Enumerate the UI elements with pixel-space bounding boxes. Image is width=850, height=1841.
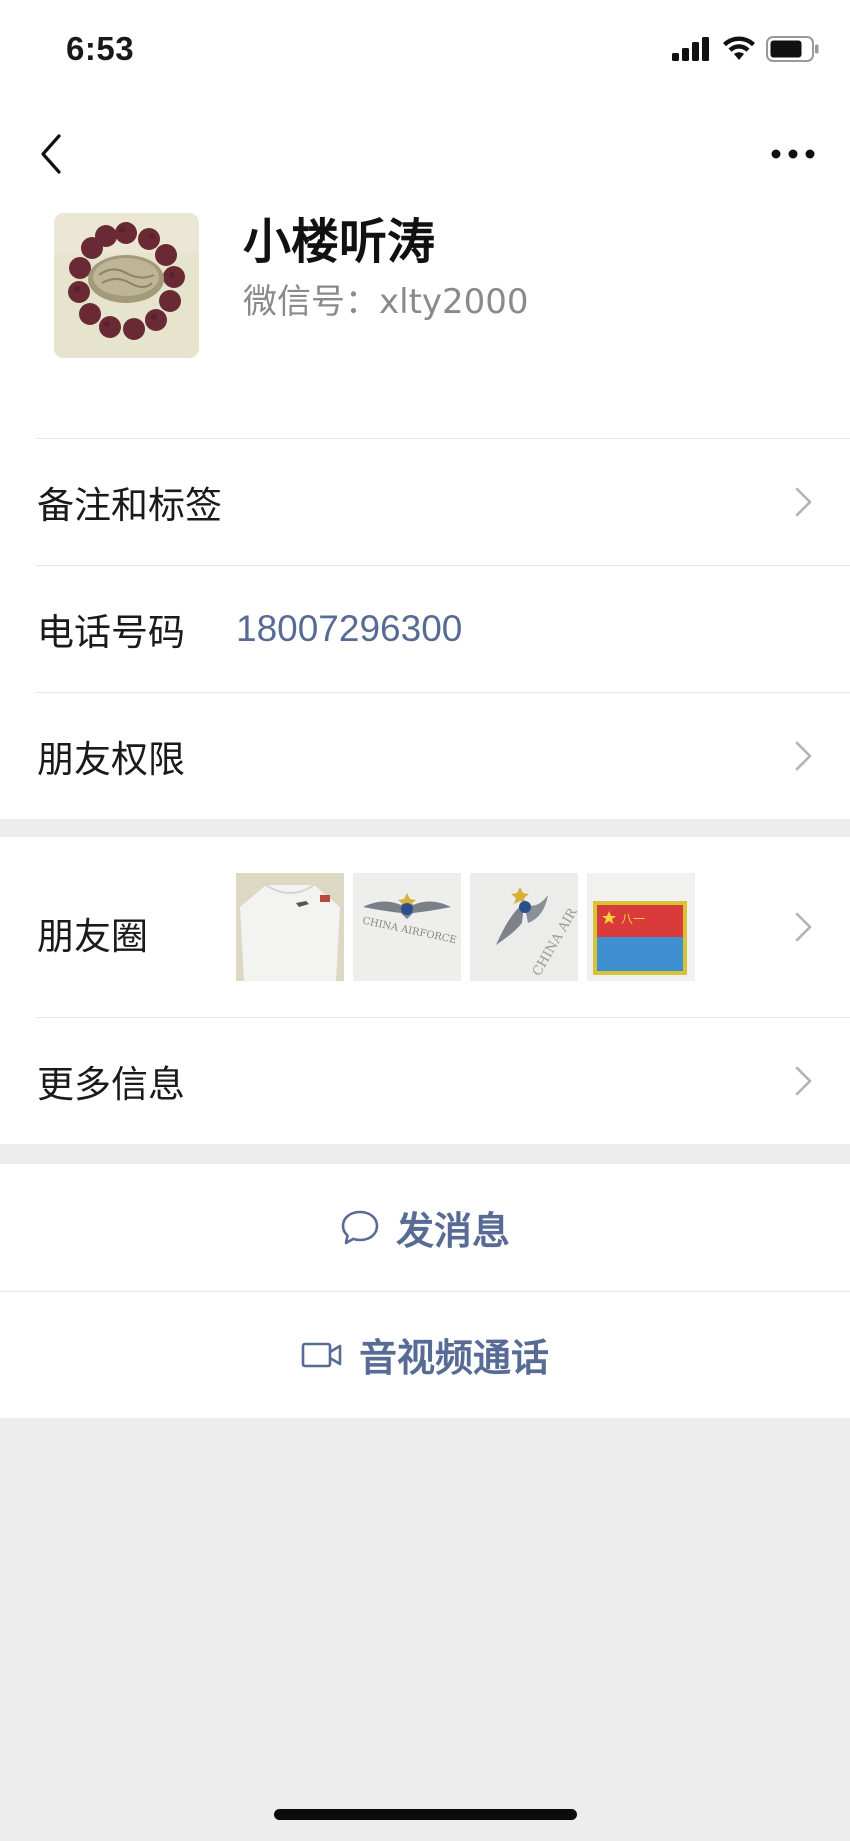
video-call-label: 音视频通话: [358, 1336, 549, 1380]
moments-thumbnail: CHINA AIR: [470, 873, 578, 981]
avatar[interactable]: [54, 213, 199, 358]
action-group: 发消息 音视频通话: [0, 1164, 850, 1418]
chat-bubble-icon: [341, 1210, 379, 1244]
status-icons: [672, 36, 820, 62]
more-info-label: 更多信息: [37, 1062, 185, 1106]
divider: [36, 1017, 850, 1018]
moments-label: 朋友圈: [37, 915, 148, 958]
status-time: 6:53: [66, 30, 135, 67]
contact-name: 小楼听涛: [243, 214, 436, 270]
video-call-button[interactable]: 音视频通话: [0, 1291, 850, 1418]
phone-row[interactable]: 电话号码 18007296300: [0, 565, 850, 692]
more-info-row[interactable]: 更多信息: [0, 1017, 850, 1144]
moments-thumbnails: CHINA AIRFORCE CHINA AIR 八一: [236, 873, 695, 981]
moments-group: 朋友圈 CHINA AIRFORCE CHINA AIR 八一 更多信息: [0, 837, 850, 1144]
divider: [36, 438, 850, 439]
friend-privacy-row[interactable]: 朋友权限: [0, 692, 850, 819]
remarks-tags-label: 备注和标签: [37, 483, 222, 527]
divider: [36, 565, 850, 566]
bracelet-avatar-image: [54, 213, 199, 358]
moments-thumbnail: [236, 873, 344, 981]
chevron-left-icon: [41, 134, 61, 174]
wifi-icon: [723, 36, 755, 60]
moments-thumbnail: 八一: [587, 873, 695, 981]
moments-thumbnail: CHINA AIRFORCE: [353, 873, 461, 981]
chevron-right-icon: [795, 1066, 812, 1095]
home-indicator[interactable]: [274, 1809, 577, 1820]
send-message-button[interactable]: 发消息: [0, 1164, 850, 1291]
back-button[interactable]: [26, 126, 76, 182]
divider: [36, 692, 850, 693]
chevron-right-icon: [795, 741, 812, 770]
more-dots-icon: [771, 149, 815, 159]
chevron-right-icon: [795, 912, 812, 942]
remarks-tags-row[interactable]: 备注和标签: [0, 438, 850, 565]
profile-header: 小楼听涛 微信号：xlty2000: [0, 200, 850, 438]
wechat-id: 微信号：xlty2000: [243, 282, 529, 322]
battery-icon: [766, 36, 819, 62]
more-button[interactable]: [758, 126, 828, 182]
moments-row[interactable]: 朋友圈 CHINA AIRFORCE CHINA AIR 八一: [0, 837, 850, 1017]
contact-profile-page: 6:53 小楼听涛 微信号：xlty2000 备注和标签 电话号码 180072…: [0, 0, 850, 1841]
video-camera-icon: [301, 1342, 342, 1367]
divider: [0, 1291, 850, 1292]
info-group: 备注和标签 电话号码 18007296300 朋友权限: [0, 438, 850, 819]
phone-number[interactable]: 18007296300: [236, 608, 462, 650]
friend-privacy-label: 朋友权限: [37, 737, 185, 781]
signal-icon: [672, 37, 709, 61]
status-bar: 6:53: [0, 0, 850, 104]
chevron-right-icon: [795, 487, 812, 516]
phone-label: 电话号码: [37, 610, 185, 654]
svg-text:八一: 八一: [621, 912, 645, 926]
nav-bar: [0, 104, 850, 200]
send-message-label: 发消息: [395, 1209, 510, 1253]
